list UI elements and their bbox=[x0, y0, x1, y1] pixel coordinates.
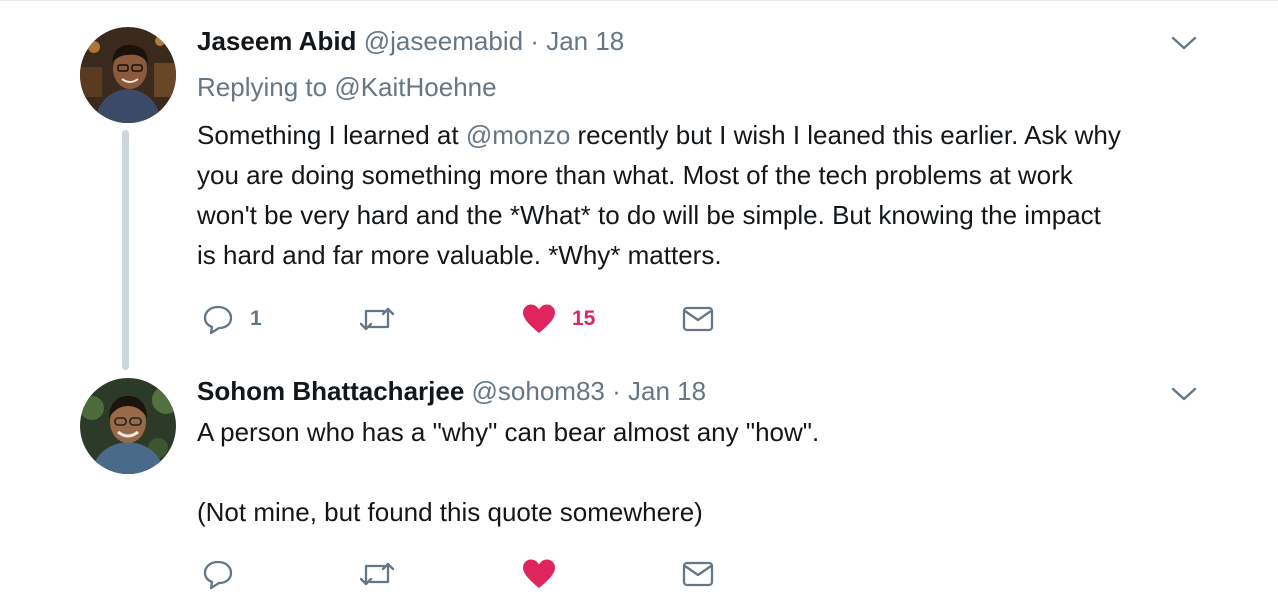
heart-icon bbox=[523, 304, 555, 333]
tweet-date[interactable]: Jan 18 bbox=[628, 376, 706, 406]
like-count: 15 bbox=[572, 307, 596, 330]
direct-message-button[interactable] bbox=[682, 299, 714, 339]
tweet-text-line: won't be very hard and the *What* to do … bbox=[197, 200, 1101, 230]
tweet-text-line: Something I learned at @monzo recently b… bbox=[197, 120, 1121, 150]
replying-to: Replying to @KaitHoehne bbox=[197, 72, 497, 102]
author-handle[interactable]: @jaseemabid bbox=[364, 26, 523, 56]
reply-icon bbox=[203, 560, 233, 590]
reply-button[interactable]: 1 bbox=[202, 299, 262, 339]
tweet-actions bbox=[197, 554, 757, 594]
author-handle[interactable]: @sohom83 bbox=[472, 376, 605, 406]
like-button[interactable]: 15 bbox=[522, 299, 595, 339]
author-name[interactable]: Jaseem Abid bbox=[197, 26, 356, 56]
direct-message-button[interactable] bbox=[682, 554, 714, 594]
replying-prefix: Replying to bbox=[197, 72, 335, 102]
tweet-text-line: (Not mine, but found this quote somewher… bbox=[197, 497, 703, 527]
tweet-actions: 1 15 bbox=[197, 299, 757, 339]
separator: · bbox=[530, 26, 539, 56]
retweet-button[interactable] bbox=[358, 554, 412, 594]
tweet-text-line: you are doing something more than what. … bbox=[197, 160, 1073, 190]
tweet-text-line: A person who has a "why" can bear almost… bbox=[197, 417, 820, 447]
thread-connector-line bbox=[122, 130, 129, 370]
avatar-sohom[interactable] bbox=[80, 378, 176, 474]
tweet-text: A person who has a "why" can bear almost… bbox=[197, 412, 819, 532]
tweet-text-line: is hard and far more valuable. *Why* mat… bbox=[197, 240, 722, 270]
author-name[interactable]: Sohom Bhattacharjee bbox=[197, 376, 464, 406]
avatar-jaseem[interactable] bbox=[80, 27, 176, 123]
reply-button[interactable] bbox=[202, 554, 250, 594]
retweet-button[interactable] bbox=[358, 299, 412, 339]
reply-count: 1 bbox=[250, 307, 262, 330]
retweet-icon bbox=[359, 307, 395, 331]
like-button[interactable] bbox=[522, 554, 572, 594]
retweet-icon bbox=[359, 562, 395, 586]
tweet-header: Sohom Bhattacharjee @sohom83 · Jan 18 bbox=[197, 376, 706, 406]
replying-to-handle[interactable]: @KaitHoehne bbox=[334, 72, 496, 102]
tweet-text-line bbox=[197, 452, 819, 492]
tweet-text: Something I learned at @monzo recently b… bbox=[197, 115, 1121, 275]
separator: · bbox=[612, 376, 621, 406]
envelope-icon bbox=[682, 561, 714, 587]
envelope-icon bbox=[682, 306, 714, 332]
top-divider bbox=[0, 0, 1278, 1]
tweet-date[interactable]: Jan 18 bbox=[546, 26, 624, 56]
mention-link[interactable]: @monzo bbox=[466, 120, 570, 150]
chevron-down-icon[interactable] bbox=[1170, 34, 1198, 52]
heart-icon bbox=[523, 559, 555, 588]
reply-icon bbox=[203, 305, 233, 335]
tweet-header: Jaseem Abid @jaseemabid · Jan 18 bbox=[197, 26, 624, 56]
chevron-down-icon[interactable] bbox=[1170, 385, 1198, 403]
